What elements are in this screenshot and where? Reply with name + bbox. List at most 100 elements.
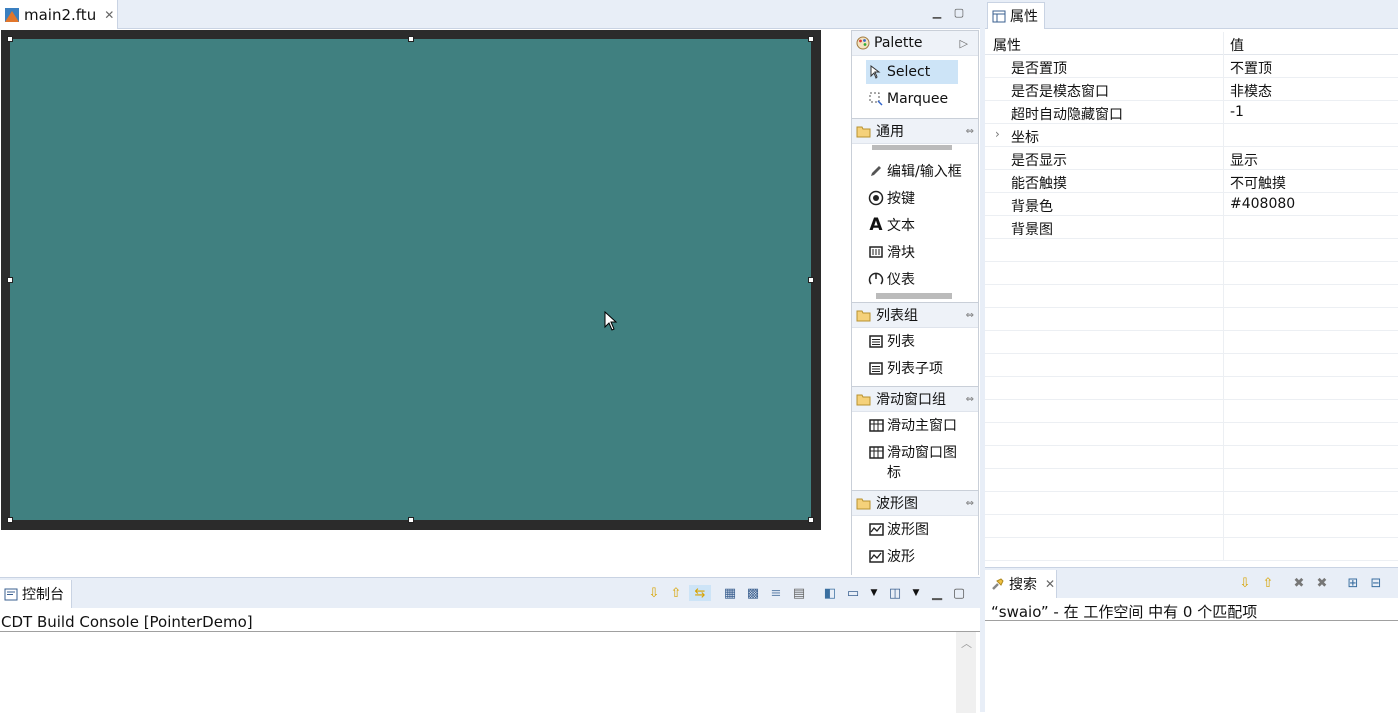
resize-handle[interactable] (808, 517, 814, 523)
tab-label: 搜索 (1009, 577, 1037, 593)
palette-group-label: 通用 (876, 124, 904, 140)
palette-group-header[interactable]: 波形图 ⇔ (852, 490, 978, 516)
arrow-up-icon[interactable]: ⇧ (668, 585, 684, 601)
empty-row (985, 492, 1398, 515)
empty-row (985, 354, 1398, 377)
property-row[interactable]: 背景图 (985, 216, 1398, 239)
arrow-up-icon[interactable]: ⇧ (1260, 575, 1276, 591)
property-row[interactable]: 能否触摸 不可触摸 (985, 170, 1398, 193)
palette-header[interactable]: Palette ▷ (852, 30, 978, 56)
palette-tool-select[interactable]: Select (866, 60, 958, 84)
resize-handle[interactable] (7, 517, 13, 523)
console-tab-bar: 控制台 ⇩ ⇧ ⇆ ▦ ▩ ≡ ▤ ◧ ▭ ▼ ◫ ▼ ▁ ▢ (0, 578, 980, 608)
maximize-icon[interactable]: ▢ (951, 4, 967, 20)
collapse-all-icon[interactable]: ⊟ (1368, 575, 1384, 591)
property-row[interactable]: 背景色 #408080 (985, 193, 1398, 216)
text-a-icon: A (869, 215, 883, 235)
vertical-scrollbar[interactable]: ︿ (956, 632, 976, 713)
palette-item[interactable]: 滑动窗口图 (868, 440, 957, 464)
property-row[interactable]: › 坐标 (985, 124, 1398, 147)
palette-item[interactable]: 编辑/输入框 (868, 159, 962, 183)
dropdown-arrow-icon[interactable]: ▼ (908, 585, 924, 601)
property-row[interactable]: 是否显示 显示 (985, 147, 1398, 170)
link-editor-icon[interactable]: ⇆ (689, 585, 711, 601)
property-row[interactable]: 是否置顶 不置顶 (985, 55, 1398, 78)
palette-item[interactable]: 波形图 (868, 517, 929, 541)
resize-handle[interactable] (7, 277, 13, 283)
maximize-icon[interactable]: ▢ (951, 585, 967, 601)
empty-row (985, 308, 1398, 331)
palette-item-label: 波形 (887, 549, 915, 565)
palette-item[interactable]: 列表 (868, 329, 915, 353)
palette-tool-label: Marquee (887, 91, 949, 107)
screen-window[interactable] (10, 39, 811, 520)
chevron-up-icon[interactable]: ︿ (961, 635, 972, 651)
close-icon[interactable]: ✕ (1045, 577, 1055, 591)
palette-icon (856, 36, 870, 50)
palette-item[interactable]: 仪表 (868, 267, 915, 291)
grid-icon (868, 444, 884, 460)
resize-handle[interactable] (7, 36, 13, 42)
palette-tool-marquee[interactable]: Marquee (868, 87, 948, 111)
close-icon[interactable]: ✕ (104, 8, 114, 22)
empty-row (985, 446, 1398, 469)
palette-item[interactable]: 列表子项 (868, 356, 943, 380)
clear-console-icon[interactable]: ▤ (791, 585, 807, 601)
resize-handle[interactable] (408, 517, 414, 523)
property-value[interactable]: 不可触摸 (1230, 173, 1286, 193)
arrow-down-icon[interactable]: ⇩ (646, 585, 662, 601)
folder-open-icon (856, 497, 872, 510)
pin-console-icon[interactable]: ▩ (745, 585, 761, 601)
expand-all-icon[interactable]: ⊞ (1345, 575, 1361, 591)
resize-handle[interactable] (808, 36, 814, 42)
chevron-right-icon[interactable]: › (995, 127, 1000, 141)
wave-icon (868, 548, 884, 564)
scroll-lock-icon[interactable]: ▦ (722, 585, 738, 601)
palette-item-label: 仪表 (887, 272, 915, 288)
resize-handle[interactable] (808, 277, 814, 283)
column-header-value: 值 (1230, 38, 1244, 54)
collapse-icon[interactable]: ⇔ (966, 126, 974, 137)
empty-row (985, 377, 1398, 400)
display-console-icon[interactable]: ▭ (845, 585, 861, 601)
resize-handle[interactable] (408, 36, 414, 42)
palette-group-header[interactable]: 列表组 ⇔ (852, 302, 978, 328)
tab-search[interactable]: 搜索 ✕ (985, 570, 1057, 598)
property-value[interactable]: 显示 (1230, 150, 1258, 170)
collapse-icon[interactable]: ⇔ (966, 498, 974, 509)
property-value[interactable]: 不置顶 (1230, 58, 1272, 78)
remove-match-icon[interactable]: ✖ (1291, 575, 1307, 591)
scroll-down-indicator[interactable] (876, 293, 952, 299)
collapse-icon[interactable]: ⇔ (966, 310, 974, 321)
empty-row (985, 285, 1398, 308)
palette-item[interactable]: 波形 (868, 544, 915, 568)
minimize-icon[interactable]: ▁ (929, 4, 945, 20)
list-icon (868, 360, 884, 376)
palette-item[interactable]: 按键 (868, 186, 915, 210)
arrow-down-icon[interactable]: ⇩ (1237, 575, 1253, 591)
palette-item[interactable]: 滑动主窗口 (868, 413, 957, 437)
palette-item[interactable]: A 文本 (868, 213, 915, 237)
property-value[interactable]: 非模态 (1230, 81, 1272, 101)
property-row[interactable]: 超时自动隐藏窗口 -1 (985, 101, 1398, 124)
property-row[interactable]: 是否是模态窗口 非模态 (985, 78, 1398, 101)
property-value[interactable]: -1 (1230, 104, 1244, 120)
tab-properties[interactable]: 属性 (987, 2, 1045, 29)
property-value[interactable]: #408080 (1230, 196, 1295, 212)
tab-console[interactable]: 控制台 (0, 580, 72, 608)
search-result-summary: “swaio” - 在 工作空间 中有 0 个匹配项 (991, 603, 1258, 621)
scroll-indicator[interactable] (872, 145, 952, 150)
new-console-icon[interactable]: ◫ (887, 585, 903, 601)
palette-item[interactable]: 滑块 (868, 240, 915, 264)
minimize-icon[interactable]: ▁ (929, 585, 945, 601)
palette-group-header[interactable]: 滑动窗口组 ⇔ (852, 386, 978, 412)
palette-group-header[interactable]: 通用 ⇔ (852, 118, 978, 144)
triangle-right-icon[interactable]: ▷ (960, 37, 968, 50)
dropdown-arrow-icon[interactable]: ▼ (866, 585, 882, 601)
editor-tab-main2[interactable]: main2.ftu ✕ (0, 0, 118, 29)
remove-all-matches-icon[interactable]: ✖ (1314, 575, 1330, 591)
open-console-icon[interactable]: ◧ (822, 585, 838, 601)
palette-item-label: 滑动窗口图 (887, 445, 957, 461)
word-wrap-icon[interactable]: ≡ (768, 585, 784, 601)
collapse-icon[interactable]: ⇔ (966, 394, 974, 405)
